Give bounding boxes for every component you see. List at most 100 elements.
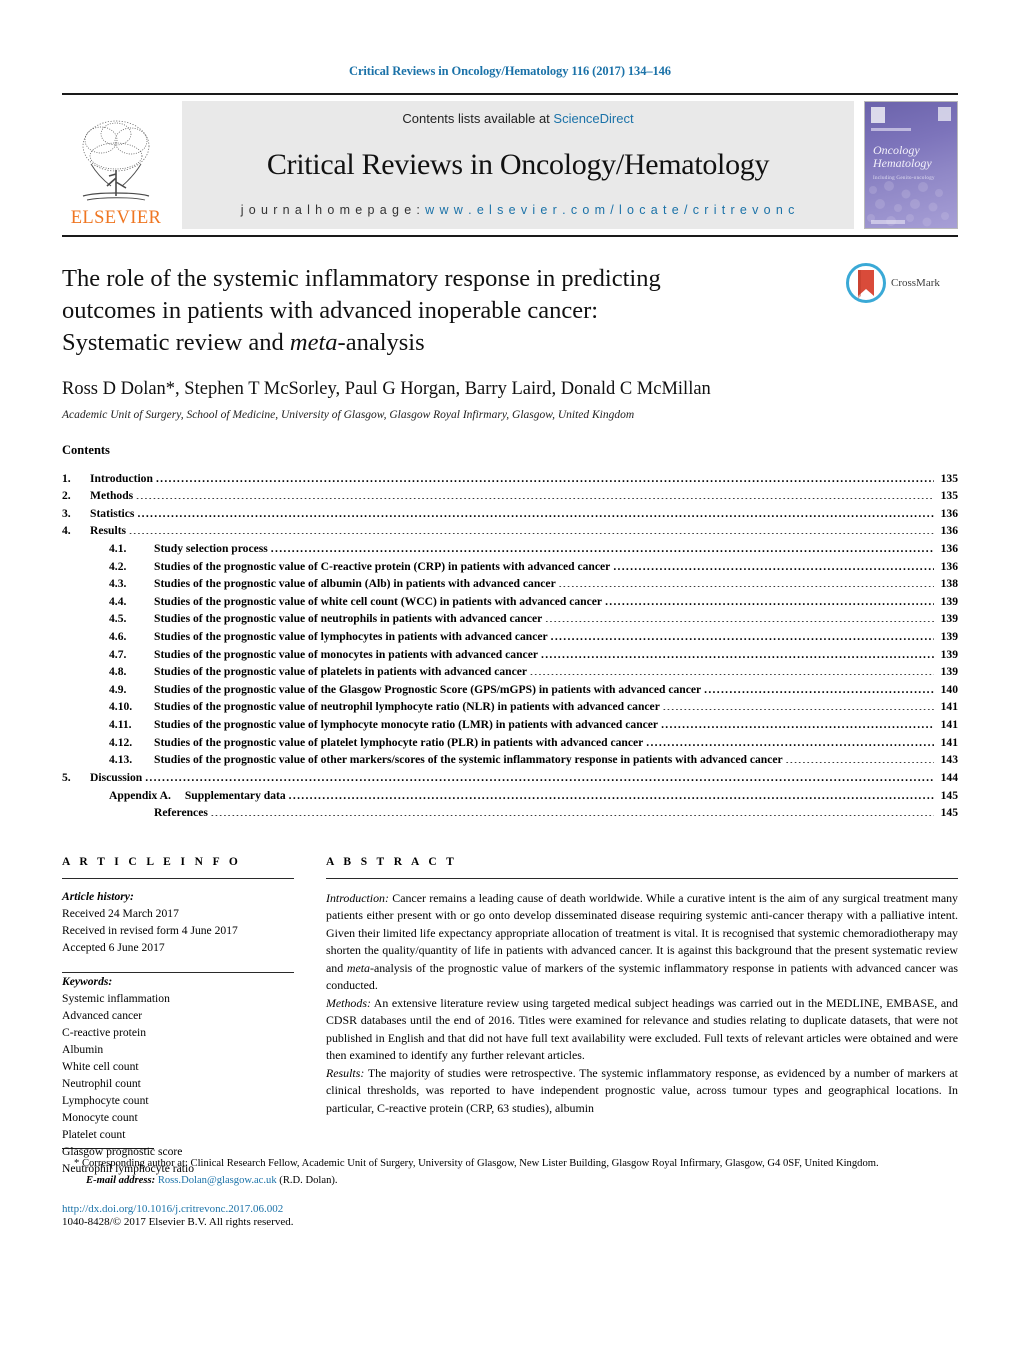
toc-leader-dots: [129, 523, 934, 535]
keywords-label: Keywords:: [62, 974, 113, 988]
cover-title-line2: Hematology: [873, 156, 932, 171]
abstract-methods-text: An extensive literature review using tar…: [326, 995, 958, 1063]
toc-entry[interactable]: 4.7. Studies of the prognostic value of m…: [62, 646, 958, 664]
keyword-item: Neutrophil count: [62, 1077, 141, 1091]
abstract-results-text: The majority of studies were retrospecti…: [326, 1065, 958, 1115]
toc-leader-dots: [137, 505, 934, 517]
toc-leader-dots: [646, 734, 934, 746]
toc-entry-label: Studies of the prognostic value of neutr…: [154, 700, 660, 714]
toc-entry[interactable]: 4.11. Studies of the prognostic value of …: [62, 716, 958, 734]
toc-leader-dots: [211, 805, 934, 817]
toc-entry[interactable]: 4.6. Studies of the prognostic value of l…: [62, 628, 958, 646]
article-title-line3b: -analysis: [337, 328, 425, 356]
toc-entry-label: Studies of the prognostic value of lymph…: [154, 718, 659, 732]
toc-leader-dots: [786, 752, 934, 764]
toc-entry[interactable]: 4.13. Studies of the prognostic value of …: [62, 751, 958, 769]
toc-entry[interactable]: 4. Results 136: [62, 522, 958, 540]
toc-entry-number: 4.3.: [109, 577, 127, 591]
toc-entry[interactable]: References 145: [62, 804, 958, 822]
toc-leader-dots: [145, 769, 934, 781]
toc-entry-number: 4.9.: [109, 682, 127, 696]
toc-entry-page: 143: [940, 753, 958, 767]
crossmark-badge[interactable]: CrossMark: [846, 263, 958, 303]
running-head: Critical Reviews in Oncology/Hematology …: [349, 64, 671, 78]
contents-heading: Contents: [62, 442, 110, 457]
toc-entry-label: Studies of the prognostic value of neutr…: [154, 612, 543, 626]
info-abstract-row: A R T I C L E I N F O Article history: R…: [62, 856, 958, 1178]
abstract-rule: [326, 877, 958, 879]
toc-entry[interactable]: 4.3. Studies of the prognostic value of a…: [62, 575, 958, 593]
toc-entry[interactable]: 5. Discussion 144: [62, 769, 958, 787]
article-history-list: Received 24 March 2017 Received in revise…: [62, 905, 294, 956]
abstract-methods-label: Methods:: [326, 995, 371, 1010]
article-history-label: Article history:: [62, 889, 134, 903]
contents-available-label: Contents lists available at: [402, 111, 554, 126]
toc-entry[interactable]: 4.5. Studies of the prognostic value of n…: [62, 610, 958, 628]
toc-entry-page: 138: [940, 577, 958, 591]
toc-entry-page: 144: [940, 770, 958, 784]
abstract-introduction: Introduction: Cancer remains a leading c…: [326, 890, 958, 995]
sciencedirect-link[interactable]: ScienceDirect: [553, 111, 633, 126]
toc-entry-number: 4.7.: [109, 647, 127, 661]
toc-entry[interactable]: 1. Introduction 135: [62, 470, 958, 488]
paper-page: Critical Reviews in Oncology/Hematology …: [0, 0, 1020, 1351]
article-history-item: Accepted 6 June 2017: [62, 940, 165, 954]
masthead-bottom-rule: [62, 235, 958, 237]
homepage-url[interactable]: w w w . e l s e v i e r . c o m / l o c …: [425, 203, 795, 217]
toc-entry-label: Studies of the prognostic value of plate…: [154, 665, 528, 679]
toc-entry[interactable]: 4.9. Studies of the prognostic value of t…: [62, 681, 958, 699]
toc-entry[interactable]: 4.12. Studies of the prognostic value of …: [62, 734, 958, 752]
cover-header-strip: [865, 102, 957, 128]
toc-entry-page: 135: [940, 489, 958, 503]
journal-masthead: ELSEVIER Contents lists available at Sci…: [62, 101, 958, 229]
toc-entry-number: 4.6.: [109, 630, 127, 644]
article-history-block: Article history: Received 24 March 2017 R…: [62, 888, 294, 956]
keyword-item: Systemic inflammation: [62, 991, 170, 1005]
cover-footer-mark: [871, 220, 905, 224]
toc-entry-page: 139: [940, 630, 958, 644]
article-history-item: Received in revised form 4 June 2017: [62, 923, 238, 937]
toc-entry-label: Studies of the prognostic value of white…: [154, 594, 603, 608]
copyright-line: 1040-8428/© 2017 Elsevier B.V. All right…: [62, 1216, 294, 1229]
abstract-introduction-text2: -analysis of the prognostic value of mar…: [326, 960, 958, 993]
toc-entry[interactable]: Appendix A. Supplementary data 145: [62, 787, 958, 805]
toc-entry[interactable]: 2. Methods 135: [62, 487, 958, 505]
toc-entry[interactable]: 4.1. Study selection process 136: [62, 540, 958, 558]
toc-entry-label: Results: [90, 524, 127, 538]
toc-leader-dots: [663, 699, 934, 711]
keyword-item: Advanced cancer: [62, 1008, 143, 1022]
crossmark-icon: [846, 263, 886, 303]
toc-entry-page: 136: [940, 506, 958, 520]
corresponding-author-text: Corresponding author at: Clinical Resear…: [79, 1158, 879, 1169]
keyword-item: White cell count: [62, 1060, 139, 1073]
toc-entry-page: 145: [940, 806, 958, 820]
abstract-results: Results: The majority of studies were re…: [326, 1065, 958, 1118]
contents-available-line: Contents lists available at ScienceDirec…: [402, 111, 633, 126]
toc-entry[interactable]: 4.2. Studies of the prognostic value of C…: [62, 558, 958, 576]
toc-entry[interactable]: 4.8. Studies of the prognostic value of p…: [62, 663, 958, 681]
article-title: The role of the systemic inflammatory re…: [62, 263, 762, 359]
toc-entry[interactable]: 4.4. Studies of the prognostic value of w…: [62, 593, 958, 611]
article-info-rule: [62, 877, 294, 879]
article-title-meta: meta: [289, 328, 338, 356]
article-title-line3a: Systematic review and: [62, 328, 290, 356]
masthead-top-rule: [62, 93, 958, 95]
abstract-body: Introduction: Cancer remains a leading c…: [326, 890, 958, 1118]
toc-entry[interactable]: 4.10. Studies of the prognostic value of …: [62, 698, 958, 716]
toc-entry-number: 4.5.: [109, 612, 127, 626]
keyword-item: Albumin: [62, 1042, 104, 1056]
keyword-item: C-reactive protein: [62, 1025, 147, 1039]
toc-entry[interactable]: 3. Statistics 136: [62, 505, 958, 523]
toc-entry-page: 136: [940, 559, 958, 573]
toc-entry-label: Studies of the prognostic value of plate…: [154, 735, 644, 749]
toc-entry-page: 139: [940, 647, 958, 661]
toc-entry-number: 4.13.: [109, 753, 133, 767]
email-suffix: (R.D. Dolan).: [276, 1175, 338, 1187]
page-footer: * Corresponding author at: Clinical Rese…: [62, 1148, 958, 1228]
email-link[interactable]: Ross.Dolan@glasgow.ac.uk: [158, 1175, 277, 1186]
elsevier-logo: ELSEVIER: [62, 101, 170, 229]
toc-entry-number: 2.: [62, 489, 71, 503]
toc-leader-dots: [605, 593, 934, 605]
cover-title-line1: Oncology: [873, 143, 920, 157]
doi-link[interactable]: http://dx.doi.org/10.1016/j.critrevonc.2…: [62, 1203, 958, 1215]
